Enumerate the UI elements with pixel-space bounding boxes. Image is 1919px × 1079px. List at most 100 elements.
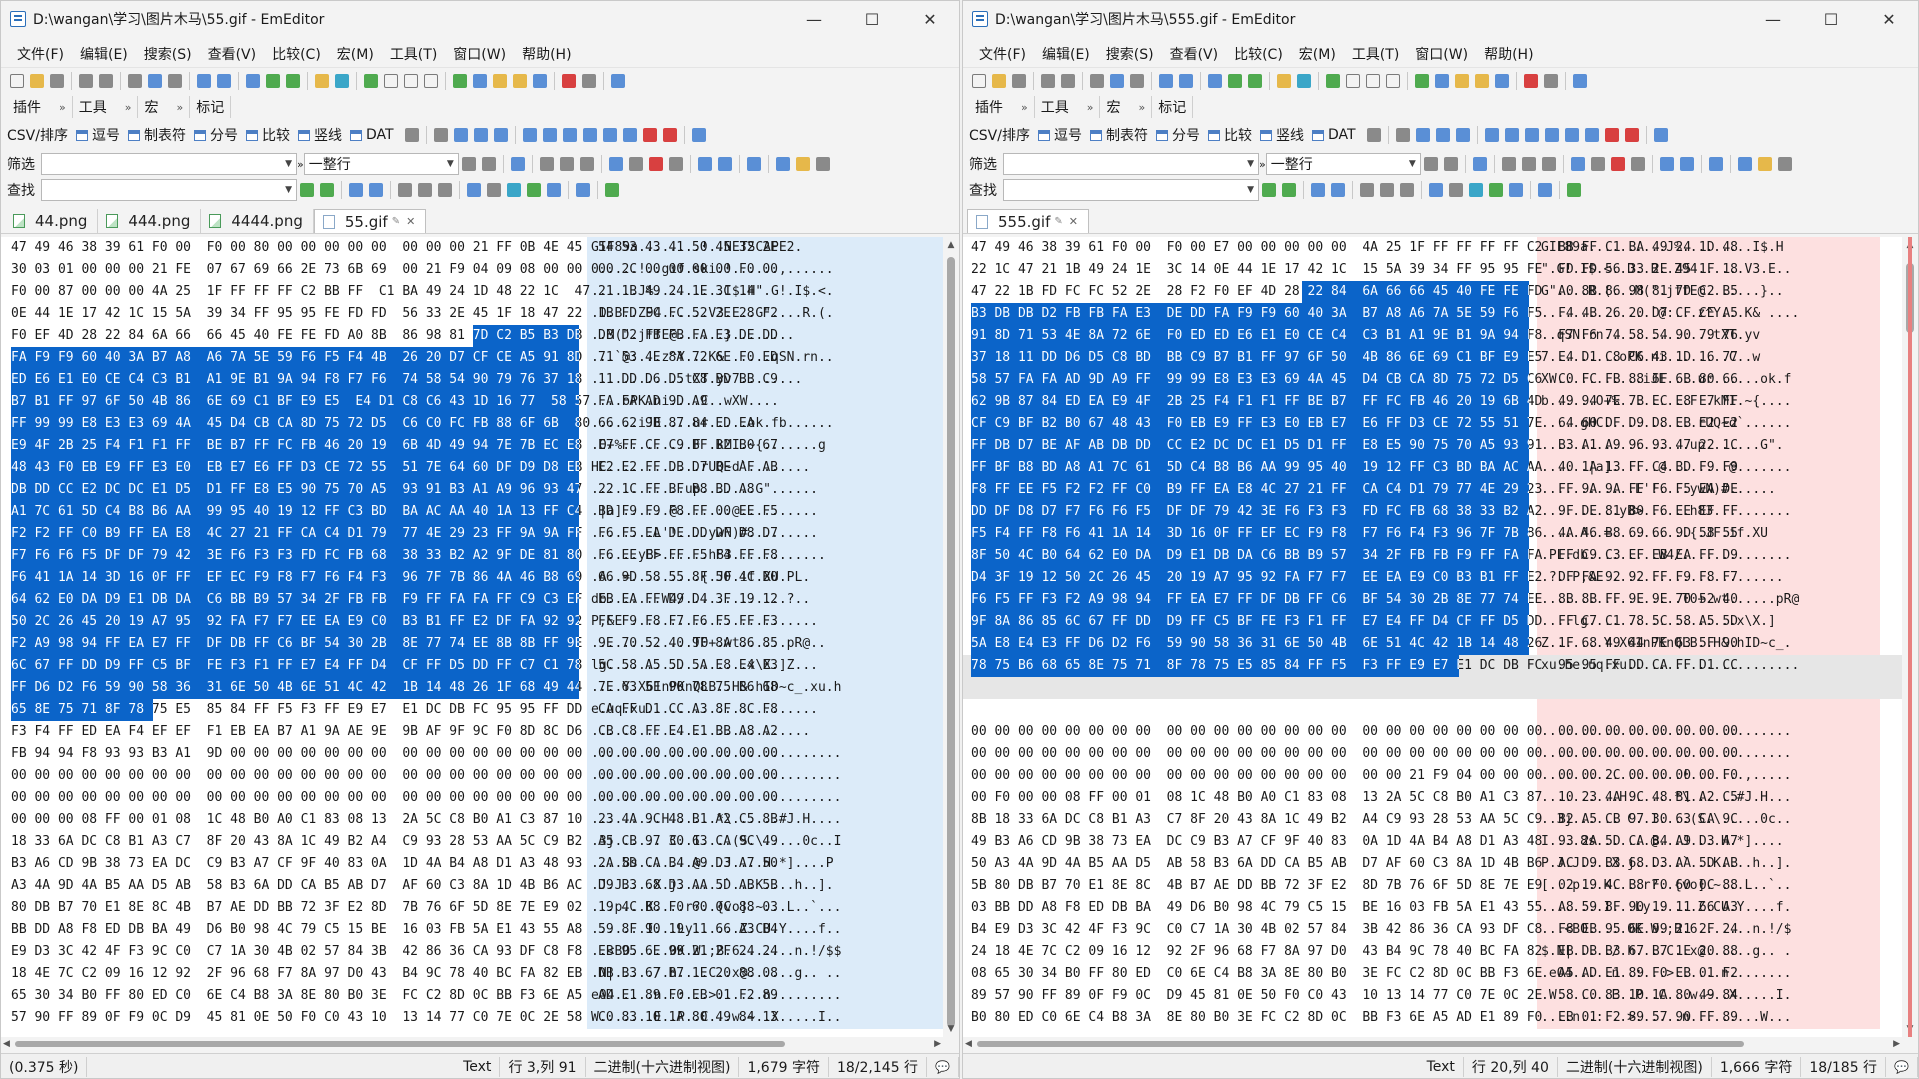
status-cell[interactable]: 二进制(十六进制视图) xyxy=(1558,1057,1712,1077)
toolbar-icon[interactable] xyxy=(1624,128,1639,142)
toolbar-icon[interactable] xyxy=(473,128,488,142)
toolbar-icon[interactable] xyxy=(481,157,496,171)
scroll-thumb[interactable] xyxy=(947,257,955,1027)
toolbar-icon[interactable] xyxy=(1331,183,1345,197)
toolbar-group[interactable]: 工具 » xyxy=(73,96,139,118)
toolbar-icon[interactable] xyxy=(1504,128,1519,142)
scroll-left-icon[interactable]: ◀ xyxy=(965,1039,972,1049)
menu-item[interactable]: 搜索(S) xyxy=(1098,41,1162,67)
close-tab-icon[interactable]: ✕ xyxy=(1069,215,1078,228)
toolbar-icon[interactable] xyxy=(1564,128,1579,142)
toolbar-icon[interactable] xyxy=(286,73,300,88)
hex-view[interactable]: 47 49 46 38 39 61 F0 00 F0 00 E7 00 00 0… xyxy=(963,237,1902,1037)
toolbar-icon[interactable] xyxy=(1538,183,1552,197)
menu-item[interactable]: 帮助(H) xyxy=(514,41,579,67)
toolbar-icon[interactable] xyxy=(992,73,1006,88)
menu-item[interactable]: 宏(M) xyxy=(329,41,382,67)
scroll-down-icon[interactable]: ▼ xyxy=(943,1021,959,1037)
toolbar-icon[interactable] xyxy=(473,73,487,88)
toolbar-icon[interactable] xyxy=(1012,73,1026,88)
toolbar-icon[interactable] xyxy=(1159,73,1173,88)
toolbar-icon[interactable] xyxy=(1449,183,1463,197)
toolbar-icon[interactable] xyxy=(1366,73,1380,88)
toolbar-icon[interactable] xyxy=(369,183,383,197)
toolbar-group[interactable]: 工具 » xyxy=(1035,96,1101,118)
toolbar-icon[interactable] xyxy=(1386,73,1400,88)
toolbar-icon[interactable] xyxy=(320,183,334,197)
toolbar-icon[interactable] xyxy=(668,157,683,171)
menu-item[interactable]: 工具(T) xyxy=(1344,41,1407,67)
toolbar-icon[interactable] xyxy=(1455,73,1469,88)
toolbar-icon[interactable] xyxy=(510,157,525,171)
vertical-scrollbar[interactable]: ▲▼ xyxy=(943,237,959,1037)
close-button[interactable]: ✕ xyxy=(1860,1,1918,37)
toolbar-icon[interactable] xyxy=(300,183,314,197)
toolbar-icon[interactable] xyxy=(1541,157,1556,171)
toolbar-icon[interactable] xyxy=(315,73,329,88)
toolbar-icon[interactable] xyxy=(746,157,761,171)
toolbar-icon[interactable] xyxy=(438,183,452,197)
status-cell[interactable]: 二进制(十六进制视图) xyxy=(586,1057,740,1077)
document-tab[interactable]: 4444.png xyxy=(201,209,314,233)
scroll-right-icon[interactable]: ▶ xyxy=(1893,1039,1900,1049)
minimize-button[interactable]: — xyxy=(785,1,843,37)
toolbar-icon[interactable] xyxy=(1110,73,1124,88)
toolbar-group[interactable]: 宏» xyxy=(1100,96,1153,118)
toolbar-icon[interactable] xyxy=(1277,73,1291,88)
toolbar-icon[interactable] xyxy=(582,73,596,88)
toolbar-icon[interactable] xyxy=(1604,128,1619,142)
status-cell[interactable]: 18/2,145 行 xyxy=(829,1057,928,1077)
toolbar-icon[interactable] xyxy=(775,157,790,171)
csv-button[interactable]: DAT xyxy=(349,127,394,143)
find-input[interactable]: ▼ xyxy=(1003,179,1259,201)
toolbar-icon[interactable] xyxy=(99,73,113,88)
menu-item[interactable]: 比较(C) xyxy=(1226,41,1291,67)
toolbar-icon[interactable] xyxy=(487,183,501,197)
toolbar-icon[interactable] xyxy=(398,183,412,197)
toolbar-icon[interactable] xyxy=(1495,73,1509,88)
toolbar-icon[interactable] xyxy=(576,183,590,197)
toolbar-icon[interactable] xyxy=(1469,183,1483,197)
toolbar-icon[interactable] xyxy=(1610,157,1625,171)
csv-button[interactable]: DAT xyxy=(1311,127,1356,143)
csv-button[interactable]: 分号 xyxy=(193,125,238,145)
toolbar-icon[interactable] xyxy=(628,157,643,171)
toolbar-icon[interactable] xyxy=(1484,128,1499,142)
toolbar-icon[interactable] xyxy=(1297,73,1311,88)
csv-button[interactable]: 逗号 xyxy=(1037,125,1082,145)
toolbar-icon[interactable] xyxy=(1326,73,1340,88)
status-cell[interactable]: Text xyxy=(1419,1057,1464,1077)
toolbar-icon[interactable] xyxy=(795,157,810,171)
toolbar-icon[interactable] xyxy=(418,183,432,197)
toolbar-icon[interactable] xyxy=(1282,183,1296,197)
menu-item[interactable]: 搜索(S) xyxy=(136,41,200,67)
menu-item[interactable]: 文件(F) xyxy=(9,41,72,67)
toolbar-icon[interactable] xyxy=(1509,183,1523,197)
toolbar-icon[interactable] xyxy=(527,183,541,197)
menu-item[interactable]: 比较(C) xyxy=(264,41,329,67)
comment-icon[interactable]: 💬 xyxy=(1886,1057,1918,1077)
toolbar-icon[interactable] xyxy=(335,73,349,88)
toolbar-icon[interactable] xyxy=(611,73,625,88)
document-tab[interactable]: 444.png xyxy=(98,209,202,233)
toolbar-icon[interactable] xyxy=(513,73,527,88)
toolbar-icon[interactable] xyxy=(384,73,398,88)
toolbar-icon[interactable] xyxy=(579,157,594,171)
toolbar-icon[interactable] xyxy=(1708,157,1723,171)
status-cell[interactable]: (0.375 秒) xyxy=(1,1057,88,1077)
toolbar-icon[interactable] xyxy=(539,157,554,171)
csv-button[interactable]: 制表符 xyxy=(127,125,186,145)
menu-item[interactable]: 帮助(H) xyxy=(1476,41,1541,67)
toolbar-icon[interactable] xyxy=(1567,183,1581,197)
toolbar-icon[interactable] xyxy=(1455,128,1470,142)
toolbar-icon[interactable] xyxy=(1400,183,1414,197)
toolbar-icon[interactable] xyxy=(1395,128,1410,142)
horizontal-scrollbar[interactable]: ◀ ▶ xyxy=(963,1037,1902,1051)
toolbar-icon[interactable] xyxy=(522,128,537,142)
toolbar-icon[interactable] xyxy=(424,73,438,88)
toolbar-icon[interactable] xyxy=(1429,183,1443,197)
scroll-thumb[interactable] xyxy=(15,1041,785,1047)
toolbar-icon[interactable] xyxy=(1130,73,1144,88)
toolbar-icon[interactable] xyxy=(1415,73,1429,88)
toolbar-icon[interactable] xyxy=(1311,183,1325,197)
